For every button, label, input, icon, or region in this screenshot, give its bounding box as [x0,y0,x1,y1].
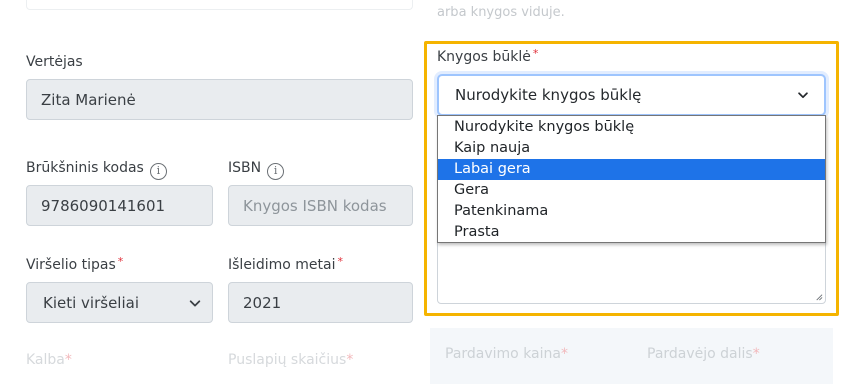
chevron-down-icon [189,299,201,306]
translator-input[interactable]: Zita Marienė [26,79,413,120]
resize-grip-icon[interactable] [814,292,823,301]
condition-option[interactable]: Gera [438,180,825,201]
chevron-down-icon [798,92,808,99]
condition-option[interactable]: Patenkinama [438,201,825,222]
info-circle-icon[interactable]: i [267,163,285,180]
condition-label: Knygos būklė * [437,47,539,65]
condition-option-highlighted[interactable]: Labai gera [438,159,825,180]
translator-label: Vertėjas [26,54,83,70]
barcode-input[interactable]: 9786090141601 [26,185,213,226]
isbn-input[interactable]: Knygos ISBN kodas [228,185,413,226]
release-year-label: Išleidimo metai * [228,255,343,273]
sale-price-label: Pardavimo kaina* [445,346,568,362]
condition-option[interactable]: Prasta [438,222,825,243]
release-year-input[interactable]: 2021 [228,282,413,323]
barcode-label: Brūkšninis kodas i [26,160,167,180]
seller-share-label: Pardavėjo dalis* [647,346,760,362]
page-count-label: Puslapių skaičius* [228,352,354,368]
faded-hint-text: arba knygos viduje. [437,5,565,20]
top-field-edge [26,0,413,10]
info-circle-icon[interactable]: i [149,163,167,180]
isbn-label: ISBN i [228,160,285,180]
language-label: Kalba* [26,352,72,368]
condition-option[interactable]: Kaip nauja [438,138,825,159]
price-section: Pardavimo kaina* Pardavėjo dalis* [430,328,833,384]
cover-type-select[interactable]: Kieti viršeliai [26,282,213,323]
condition-dropdown-list[interactable]: Nurodykite knygos būklę Kaip nauja Labai… [437,115,826,243]
condition-option[interactable]: Nurodykite knygos būklę [438,117,825,138]
condition-select[interactable]: Nurodykite knygos būklę [437,74,826,116]
cover-type-label: Viršelio tipas * [26,255,124,273]
